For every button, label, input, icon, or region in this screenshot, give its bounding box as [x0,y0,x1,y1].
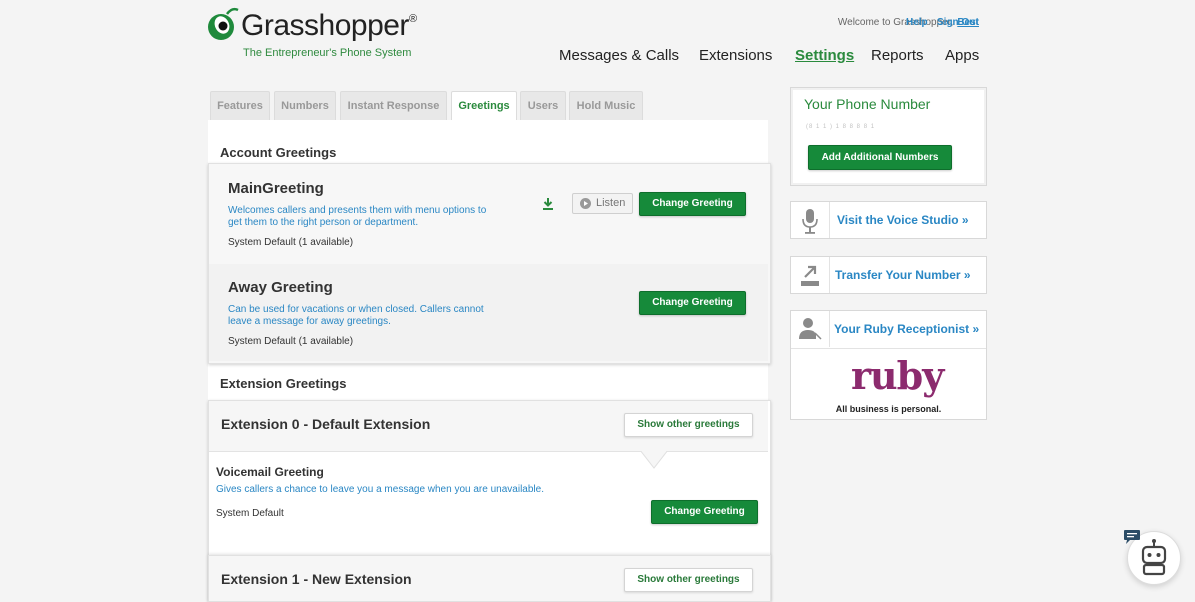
chat-bubble-icon [1124,530,1140,544]
ruby-tagline: All business is personal. [835,404,942,414]
sign-out-link[interactable]: Sign Out [937,17,979,28]
away-greeting-description: Can be used for vacations or when closed… [228,304,484,327]
voicemail-greeting-status: System Default [216,508,284,519]
phone-number-value: (8 1 1 ) 1 8 8 8 8 1 [806,124,876,130]
nav-settings[interactable]: Settings [795,47,854,64]
nav-apps[interactable]: Apps [945,47,979,64]
brand-tagline: The Entrepreneur's Phone System [243,47,412,59]
promo-icon-cell [791,311,830,347]
nav-reports[interactable]: Reports [871,47,924,64]
help-link[interactable]: Help [906,17,928,28]
play-icon [580,198,591,209]
voicemail-greeting-description: Gives callers a chance to leave you a me… [216,484,544,495]
ruby-receptionist-link[interactable]: Your Ruby Receptionist » [834,322,979,336]
nav-extensions[interactable]: Extensions [699,47,772,64]
main-change-greeting-button[interactable]: Change Greeting [639,192,746,216]
main-greeting-description: Welcomes callers and presents them with … [228,205,487,228]
extension-1-show-other-greetings-button[interactable]: Show other greetings [624,568,753,592]
dropdown-pointer [640,450,668,469]
microphone-icon [802,209,818,234]
ruby-receptionist-promo[interactable]: Your Ruby Receptionist » ruby All busine… [790,310,987,420]
phone-number-heading: Your Phone Number [804,96,931,112]
main-greeting-status: System Default (1 available) [228,237,354,248]
away-greeting-title: Away Greeting [228,279,333,296]
person-icon [799,318,822,340]
welcome-text: Welcome to Grasshopper, [837,17,954,28]
voicemail-change-greeting-button[interactable]: Change Greeting [651,500,758,524]
promo-icon-cell [791,257,830,293]
promo-icon-cell [791,202,830,238]
divider [791,348,986,349]
grasshopper-logo-icon[interactable] [205,6,241,42]
tab-hold-music[interactable]: Hold Music [569,91,643,120]
ruby-logo[interactable]: ruby [851,353,944,398]
add-additional-numbers-button[interactable]: Add Additional Numbers [808,145,952,170]
extension-0-title: Extension 0 - Default Extension [221,416,431,432]
listen-label: Listen [596,197,626,209]
nav-messages-calls[interactable]: Messages & Calls [559,47,679,64]
brand-name[interactable]: Grasshopper® [241,9,417,43]
voicemail-greeting-title: Voicemail Greeting [216,465,324,479]
extension-greetings-heading: Extension Greetings [220,376,347,391]
transfer-number-promo[interactable]: Transfer Your Number » [790,256,987,294]
account-greetings-heading: Account Greetings [220,145,337,160]
away-greeting-status: System Default (1 available) [228,336,354,347]
extension-0-show-other-greetings-button[interactable]: Show other greetings [624,413,753,437]
download-icon[interactable] [541,197,555,211]
tab-features[interactable]: Features [210,91,270,120]
main-greeting-title: MainGreeting [228,180,324,197]
transfer-number-link[interactable]: Transfer Your Number » [835,268,971,282]
voice-studio-promo[interactable]: Visit the Voice Studio » [790,201,987,239]
tab-numbers[interactable]: Numbers [274,91,336,120]
tab-instant-response[interactable]: Instant Response [340,91,447,120]
tab-users[interactable]: Users [520,91,566,120]
tab-greetings[interactable]: Greetings [451,91,517,122]
extension-1-title: Extension 1 - New Extension [221,571,412,587]
listen-button[interactable]: Listen [572,193,633,214]
transfer-icon [801,265,819,286]
away-change-greeting-button[interactable]: Change Greeting [639,291,746,315]
voice-studio-link[interactable]: Visit the Voice Studio » [837,213,969,227]
